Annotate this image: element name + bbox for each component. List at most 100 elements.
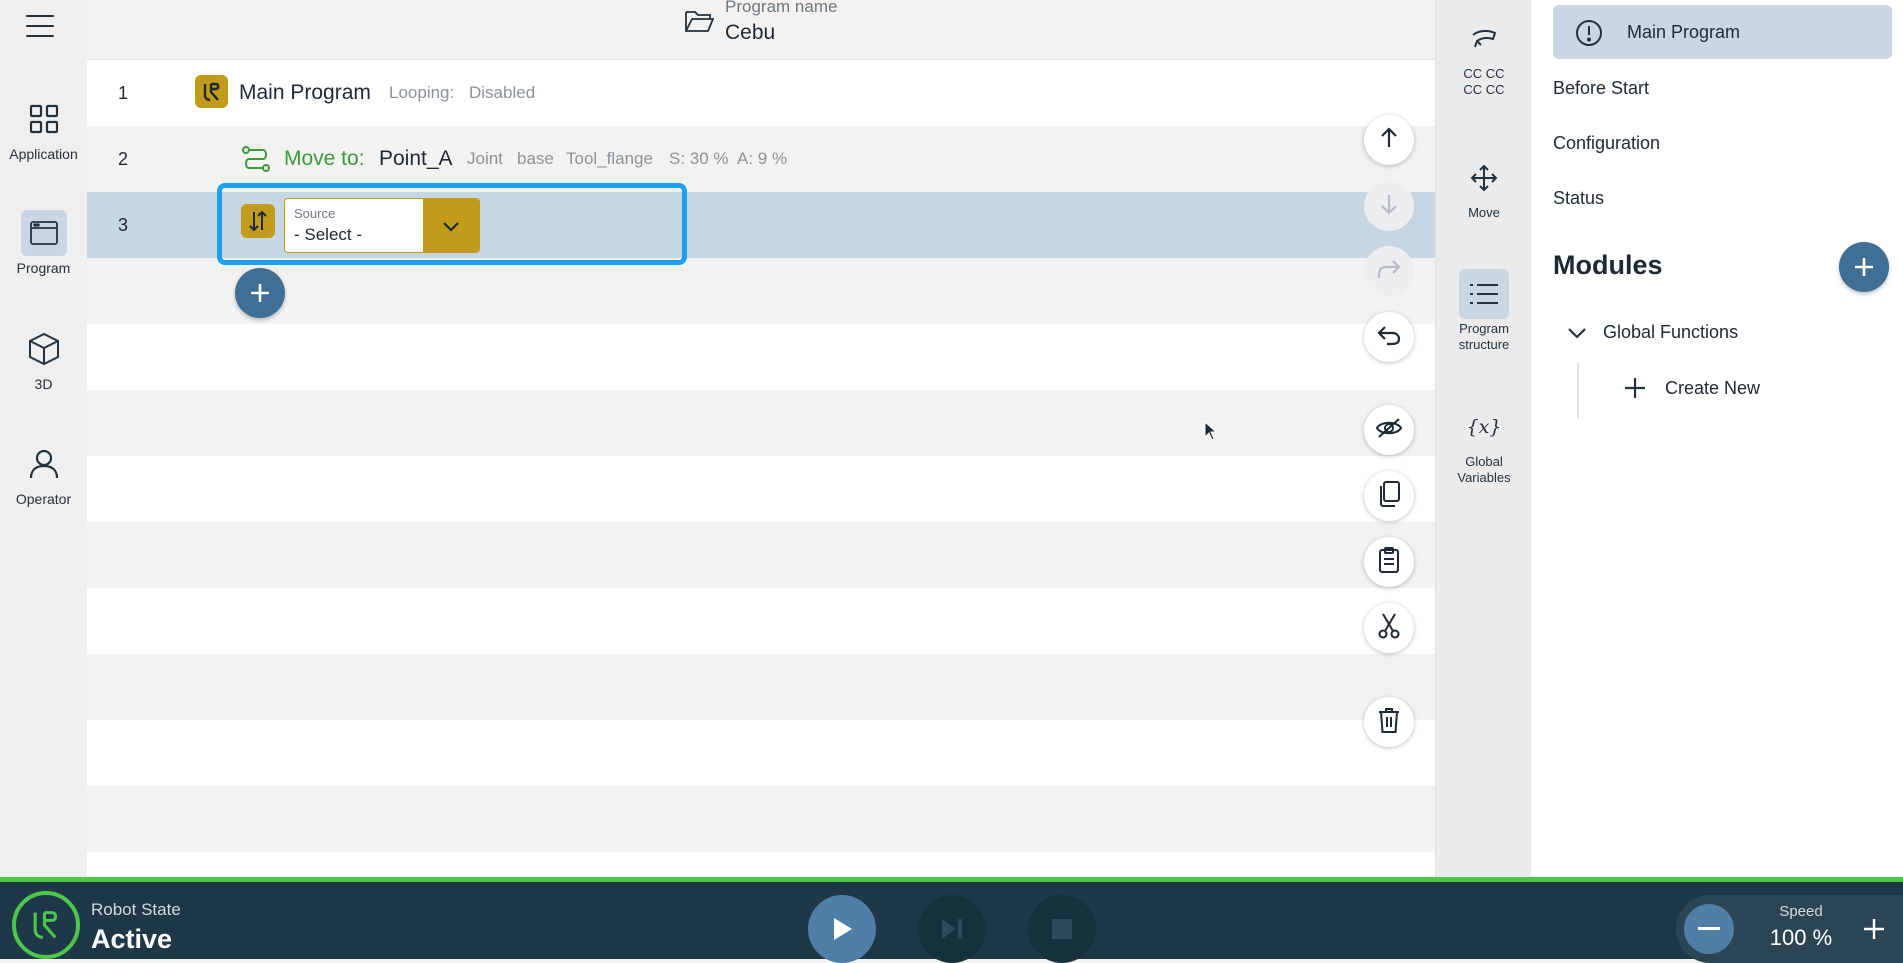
move-param-speed: S: 30 %	[669, 149, 729, 168]
tree-row-empty	[87, 720, 1435, 786]
modules-heading: Modules	[1553, 250, 1663, 280]
strip-program-structure[interactable]: Program structure	[1436, 269, 1532, 353]
program-name-label: Program name	[725, 0, 838, 16]
copy-button[interactable]	[1364, 471, 1414, 521]
strip-move-label: Move	[1468, 205, 1500, 220]
step-button[interactable]	[918, 895, 986, 963]
tree-row-empty	[87, 786, 1435, 852]
tree-row-empty	[87, 522, 1435, 588]
strip-global-variables[interactable]: {x} Global Variables	[1436, 402, 1532, 486]
tree-row-empty	[87, 390, 1435, 456]
strip-program-structure-label: Program structure	[1458, 321, 1510, 352]
chevron-down-icon[interactable]	[423, 199, 479, 252]
person-icon	[21, 441, 67, 487]
stop-button[interactable]	[1028, 895, 1096, 963]
variable-x-icon: {x}	[1466, 416, 1502, 438]
program-name[interactable]: Cebu	[725, 21, 775, 45]
plus-icon	[1864, 919, 1884, 939]
tree-row-empty	[87, 456, 1435, 522]
arrow-down-icon	[1377, 192, 1401, 221]
program-tree: 1 Main Program Looping: Disabled 2 Move …	[87, 60, 1435, 877]
before-start-item[interactable]: Before Start	[1553, 78, 1649, 99]
undo-icon	[1376, 324, 1402, 351]
nav-operator[interactable]: Operator	[0, 441, 87, 507]
folder-open-icon[interactable]	[684, 8, 715, 39]
move-to-label: Move to:	[284, 147, 365, 170]
create-new-item[interactable]: Create New	[1623, 376, 1760, 400]
redo-button[interactable]	[1364, 246, 1414, 296]
configuration-item[interactable]: Configuration	[1553, 133, 1660, 154]
tree-row-empty	[87, 324, 1435, 390]
global-functions-group[interactable]: Global Functions	[1567, 322, 1738, 343]
ur-logo-icon	[12, 891, 80, 959]
mouse-pointer-icon	[1204, 420, 1218, 446]
plus-icon	[1625, 378, 1645, 398]
minus-icon	[1698, 927, 1720, 930]
undo-button[interactable]	[1364, 312, 1414, 362]
nav-application[interactable]: Application	[0, 96, 87, 162]
right-panel: Main Program Before Start Configuration …	[1531, 0, 1903, 877]
global-functions-label: Global Functions	[1603, 322, 1739, 342]
source-select-value: - Select -	[294, 225, 363, 244]
speed-decrease-button[interactable]	[1684, 904, 1734, 954]
add-module-button[interactable]	[1839, 242, 1889, 292]
robot-state-label: Robot State	[91, 900, 181, 919]
main-program-item[interactable]: Main Program	[1553, 5, 1892, 59]
scissors-icon	[1377, 612, 1401, 645]
create-new-label: Create New	[1665, 377, 1761, 398]
redo-icon	[1376, 258, 1402, 285]
stop-icon	[1052, 919, 1072, 939]
paste-button[interactable]	[1364, 537, 1414, 587]
status-item[interactable]: Status	[1553, 188, 1604, 209]
tool-strip: CC CC CC CC Move Program structure {x} Glo…	[1435, 0, 1531, 877]
speed-value: 100 %	[1769, 925, 1833, 950]
copy-icon	[1377, 480, 1401, 513]
nav-program[interactable]: Program	[0, 210, 87, 276]
move-down-button[interactable]	[1364, 181, 1414, 231]
row-number: 3	[118, 215, 129, 235]
tree-connector-line	[1577, 363, 1579, 418]
move-param-tool: Tool_flange	[566, 149, 653, 168]
move-up-button[interactable]	[1364, 115, 1414, 165]
row-number: 1	[118, 83, 129, 103]
cut-button[interactable]	[1364, 603, 1414, 653]
source-select-label: Source	[294, 206, 336, 221]
row-number: 2	[118, 149, 129, 169]
robot-state-value: Active	[91, 924, 173, 954]
clipboard-icon	[1377, 546, 1401, 579]
looping-label: Looping:	[389, 83, 455, 102]
speed-control: Speed 100 %	[1676, 895, 1903, 963]
move-path-icon	[241, 144, 271, 179]
source-select[interactable]: Source - Select -	[284, 198, 480, 253]
play-icon	[834, 918, 852, 940]
tree-row-main-program[interactable]: 1 Main Program Looping: Disabled	[87, 60, 1435, 126]
nav-program-label: Program	[16, 260, 71, 276]
suppress-button[interactable]	[1364, 405, 1414, 455]
play-button[interactable]	[808, 895, 876, 963]
tree-row-empty	[87, 654, 1435, 720]
move-arrows-icon	[1459, 153, 1509, 203]
add-node-button[interactable]	[235, 268, 285, 318]
speed-increase-button[interactable]	[1854, 909, 1894, 949]
skip-next-icon	[942, 919, 962, 939]
ur-logo-icon	[195, 75, 228, 108]
alert-circle-icon	[1575, 19, 1603, 52]
move-param-base: base	[517, 149, 554, 168]
strip-gripper[interactable]: CC CC CC CC	[1436, 14, 1532, 98]
looping-value: Disabled	[469, 83, 536, 102]
delete-button[interactable]	[1364, 697, 1414, 747]
cube-icon	[21, 326, 67, 372]
main-program-label: Main Program	[1627, 22, 1741, 42]
move-param-joint: Joint	[467, 149, 503, 168]
tree-row-empty	[87, 852, 1435, 877]
program-header: Program name Cebu	[87, 0, 1435, 60]
trash-icon	[1377, 706, 1401, 739]
nav-application-label: Application	[9, 146, 78, 162]
speed-label: Speed	[1779, 903, 1823, 920]
bottom-bar: Robot State Active Speed 100 %	[0, 877, 1903, 963]
strip-move[interactable]: Move	[1436, 153, 1532, 221]
hamburger-menu-icon[interactable]	[24, 12, 56, 40]
source-node-icon	[241, 204, 275, 238]
nav-3d[interactable]: 3D	[0, 326, 87, 392]
list-icon	[1459, 269, 1509, 319]
